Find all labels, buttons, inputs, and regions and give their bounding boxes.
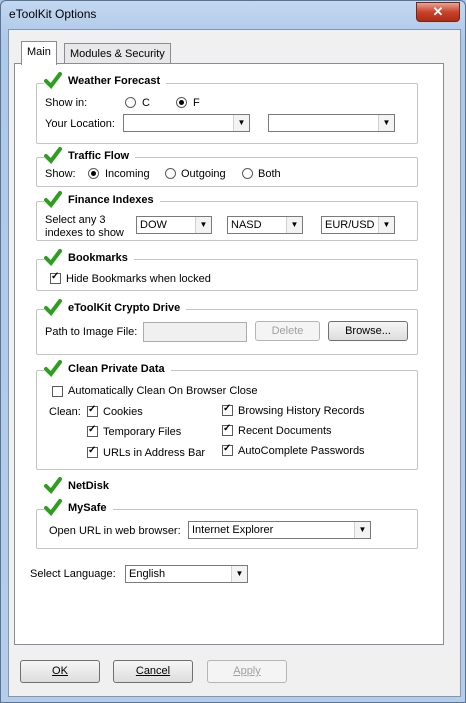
netdisk-header: NetDisk xyxy=(44,477,115,495)
location-label: Your Location: xyxy=(45,118,115,130)
recent-documents-label: Recent Documents xyxy=(238,425,332,437)
bookmarks-header: Bookmarks xyxy=(44,249,134,267)
ok-button[interactable]: OK xyxy=(20,660,100,683)
tab-modules-security[interactable]: Modules & Security xyxy=(64,43,171,65)
traffic-outgoing-radio[interactable] xyxy=(165,168,176,179)
traffic-show-label: Show: xyxy=(45,168,76,180)
traffic-incoming-label: Incoming xyxy=(105,168,150,180)
bookmarks-enabled-check-icon[interactable] xyxy=(44,249,62,267)
traffic-header: Traffic Flow xyxy=(44,147,136,165)
auto-clean-label: Automatically Clean On Browser Close xyxy=(68,385,258,397)
language-select-value: English xyxy=(129,568,166,580)
finance-index-3-value: EUR/USD xyxy=(325,219,375,231)
cookies-checkbox[interactable] xyxy=(87,404,98,417)
finance-index-1-value: DOW xyxy=(140,219,167,231)
mysafe-title: MySafe xyxy=(68,502,107,514)
browser-select[interactable]: Internet Explorer ▼ xyxy=(188,521,371,539)
chevron-down-icon: ▼ xyxy=(378,115,394,131)
apply-button[interactable]: Apply xyxy=(207,660,287,683)
chevron-down-icon: ▼ xyxy=(231,566,247,582)
finance-index-2-value: NASD xyxy=(231,219,262,231)
chevron-down-icon: ▼ xyxy=(378,217,394,233)
crypto-enabled-check-icon[interactable] xyxy=(44,299,62,317)
traffic-outgoing-label: Outgoing xyxy=(181,168,226,180)
chevron-down-icon: ▼ xyxy=(233,115,249,131)
recent-documents-checkbox[interactable] xyxy=(222,423,233,436)
traffic-title: Traffic Flow xyxy=(68,150,130,162)
unit-c-radio[interactable] xyxy=(125,97,136,108)
mysafe-enabled-check-icon[interactable] xyxy=(44,499,62,517)
finance-title: Finance Indexes xyxy=(68,194,154,206)
apply-button-label: Apply xyxy=(233,665,261,677)
crypto-title: eToolKit Crypto Drive xyxy=(68,302,181,314)
urls-address-bar-checkbox[interactable] xyxy=(87,445,98,458)
browse-button[interactable]: Browse... xyxy=(328,321,408,341)
traffic-enabled-check-icon[interactable] xyxy=(44,147,62,165)
location-select-2[interactable]: ▼ xyxy=(268,114,395,132)
browser-select-value: Internet Explorer xyxy=(192,524,274,536)
netdisk-title: NetDisk xyxy=(68,480,109,492)
traffic-incoming-radio[interactable] xyxy=(88,168,99,179)
temporary-files-label: Temporary Files xyxy=(103,426,182,438)
chevron-down-icon: ▼ xyxy=(195,217,211,233)
clean-header: Clean Private Data xyxy=(44,360,171,378)
image-path-input[interactable] xyxy=(143,322,247,342)
traffic-both-radio[interactable] xyxy=(242,168,253,179)
cancel-button[interactable]: Cancel xyxy=(113,660,193,683)
netdisk-enabled-check-icon[interactable] xyxy=(44,477,62,495)
crypto-header: eToolKit Crypto Drive xyxy=(44,299,187,317)
auto-clean-checkbox[interactable] xyxy=(52,386,63,397)
autocomplete-passwords-checkbox[interactable] xyxy=(222,443,233,456)
chevron-down-icon: ▼ xyxy=(286,217,302,233)
weather-enabled-check-icon[interactable] xyxy=(44,72,62,90)
chevron-down-icon: ▼ xyxy=(354,522,370,538)
finance-select-label-1: Select any 3 xyxy=(45,214,106,226)
title-bar[interactable]: eToolKit Options ✕ xyxy=(1,1,465,29)
window-title: eToolKit Options xyxy=(9,7,97,21)
location-select-1[interactable]: ▼ xyxy=(123,114,250,132)
clean-enabled-check-icon[interactable] xyxy=(44,360,62,378)
finance-index-2-select[interactable]: NASD ▼ xyxy=(227,216,303,234)
weather-title: Weather Forecast xyxy=(68,75,161,87)
show-in-label: Show in: xyxy=(45,97,88,109)
tab-main[interactable]: Main xyxy=(21,41,57,65)
language-select[interactable]: English ▼ xyxy=(125,565,248,583)
urls-address-bar-label: URLs in Address Bar xyxy=(103,447,206,459)
clean-label: Clean: xyxy=(49,406,81,418)
unit-c-label: C xyxy=(142,97,150,109)
cancel-button-label: Cancel xyxy=(135,665,171,677)
finance-header: Finance Indexes xyxy=(44,191,160,209)
open-url-label: Open URL in web browser: xyxy=(49,525,181,537)
weather-header: Weather Forecast xyxy=(44,72,167,90)
finance-enabled-check-icon[interactable] xyxy=(44,191,62,209)
unit-f-radio[interactable] xyxy=(176,97,187,108)
clean-title: Clean Private Data xyxy=(68,363,165,375)
finance-select-label-2: indexes to show xyxy=(45,227,124,239)
ok-button-label: OK xyxy=(52,665,68,677)
finance-index-1-select[interactable]: DOW ▼ xyxy=(136,216,212,234)
traffic-both-label: Both xyxy=(258,168,281,180)
delete-button[interactable]: Delete xyxy=(255,321,320,341)
temporary-files-checkbox[interactable] xyxy=(87,424,98,437)
browsing-history-label: Browsing History Records xyxy=(238,405,365,417)
unit-f-label: F xyxy=(193,97,200,109)
bookmarks-title: Bookmarks xyxy=(68,252,128,264)
close-button[interactable]: ✕ xyxy=(416,2,460,22)
browsing-history-checkbox[interactable] xyxy=(222,403,233,416)
path-to-image-label: Path to Image File: xyxy=(45,326,138,338)
autocomplete-passwords-label: AutoComplete Passwords xyxy=(238,445,365,457)
cookies-label: Cookies xyxy=(103,406,143,418)
select-language-label: Select Language: xyxy=(30,568,116,580)
mysafe-header: MySafe xyxy=(44,499,113,517)
finance-index-3-select[interactable]: EUR/USD ▼ xyxy=(321,216,395,234)
hide-bookmarks-label: Hide Bookmarks when locked xyxy=(66,273,211,285)
hide-bookmarks-checkbox[interactable] xyxy=(50,271,61,284)
